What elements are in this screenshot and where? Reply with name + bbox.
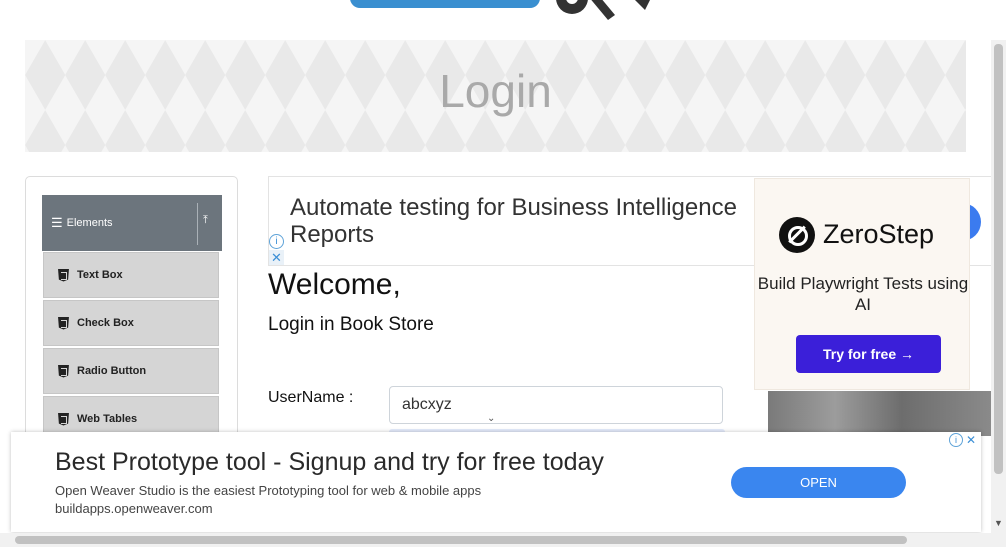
- username-label: UserName :: [268, 389, 354, 406]
- collapse-icon[interactable]: ⤒: [203, 214, 208, 227]
- adchoices-info-icon[interactable]: i: [269, 234, 284, 249]
- side-ad-brand: ZeroStep: [823, 219, 935, 249]
- side-ad-tagline: Build Playwright Tests using AI: [757, 274, 969, 314]
- top-ad-text: Automate testing for Business Intelligen…: [290, 194, 737, 248]
- welcome-heading: Welcome,: [268, 268, 401, 301]
- sidebar-item-label: Check Box: [77, 317, 134, 329]
- scroll-down-arrow-icon[interactable]: ▼: [994, 518, 1003, 528]
- login-subtitle: Login in Book Store: [268, 314, 434, 335]
- elements-group-header[interactable]: ☰ Elements ⤒: [42, 195, 222, 251]
- open-button[interactable]: OPEN: [731, 467, 906, 498]
- bottom-ad[interactable]: Best Prototype tool - Signup and try for…: [11, 432, 981, 532]
- bottom-ad-url: buildapps.openweaver.com: [55, 501, 213, 516]
- horizontal-scrollbar-thumb[interactable]: [15, 536, 907, 544]
- html5-icon: [58, 316, 69, 330]
- page-title: Login: [439, 65, 552, 117]
- side-ad-image[interactable]: [768, 391, 991, 436]
- vertical-scrollbar-thumb[interactable]: [994, 44, 1003, 474]
- bottom-ad-description: Open Weaver Studio is the easiest Protot…: [55, 483, 482, 498]
- adchoices-info-icon[interactable]: i: [949, 433, 963, 447]
- chevron-down-icon: ⌄: [487, 413, 496, 424]
- sidebar-item-label: Web Tables: [77, 413, 138, 425]
- html5-icon: [58, 412, 69, 426]
- try-for-free-button[interactable]: Try for free →: [796, 335, 941, 373]
- header-divider: [197, 203, 198, 245]
- sidebar-item-label: Text Box: [77, 269, 123, 281]
- page-banner: Login: [25, 40, 966, 152]
- sidebar-item-label: Radio Button: [77, 365, 147, 377]
- left-navigation: ☰ Elements ⤒ Text Box Check Box Radio Bu…: [25, 176, 238, 476]
- html5-icon: [58, 364, 69, 378]
- html5-icon: [58, 268, 69, 282]
- vertical-scrollbar[interactable]: ▼: [991, 40, 1006, 533]
- side-ad[interactable]: ZeroStep Build Playwright Tests using AI…: [754, 178, 970, 390]
- username-input[interactable]: [389, 386, 723, 424]
- ad-close-icon[interactable]: ✕: [269, 250, 284, 265]
- menu-icon: ☰: [51, 215, 63, 230]
- logo-wordmark: [350, 0, 540, 8]
- gear-logo-icon: [556, 0, 650, 20]
- zerostep-logo-icon: [779, 217, 815, 253]
- ad-close-icon[interactable]: ✕: [964, 433, 978, 447]
- group-label: Elements: [66, 217, 113, 229]
- sidebar-item-radio-button[interactable]: Radio Button: [43, 348, 219, 394]
- site-logo[interactable]: [340, 0, 670, 30]
- sidebar-item-check-box[interactable]: Check Box: [43, 300, 219, 346]
- sidebar-item-text-box[interactable]: Text Box: [43, 252, 219, 298]
- bottom-ad-headline: Best Prototype tool - Signup and try for…: [55, 448, 604, 476]
- horizontal-scrollbar[interactable]: [0, 533, 1006, 547]
